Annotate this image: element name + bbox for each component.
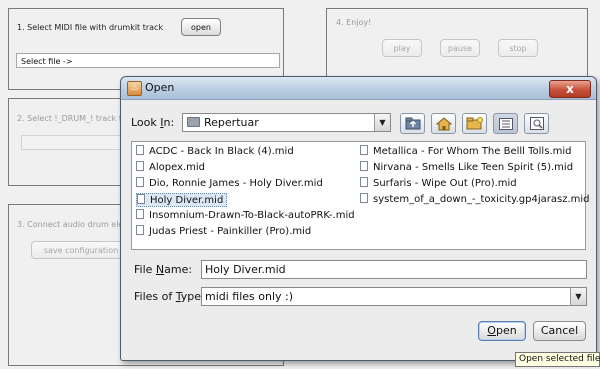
file-list[interactable]: ACDC - Back In Black (4).mid Alopex.mid … <box>131 141 590 250</box>
chevron-down-icon[interactable]: ▼ <box>570 288 586 305</box>
stop-button[interactable]: stop <box>498 39 538 57</box>
play-button[interactable]: play <box>382 39 422 57</box>
file-icon <box>136 161 144 171</box>
dialog-titlebar[interactable]: ♨ Open x <box>121 77 596 100</box>
chevron-down-icon[interactable]: ▼ <box>374 114 390 131</box>
save-configuration-button[interactable]: save configuration <box>31 241 131 259</box>
list-item[interactable]: Insomnium-Drawn-To-Black-autoPRK-.mid <box>136 209 358 223</box>
file-icon <box>136 209 144 219</box>
close-button[interactable]: x <box>549 80 591 98</box>
look-in-value: Repertuar <box>204 116 259 129</box>
list-item-selected[interactable]: Holy Diver.mid <box>136 193 228 207</box>
dialog-title: Open <box>145 81 175 94</box>
list-item[interactable]: system_of_a_down_-_toxicity.gp4jarasz.mi… <box>360 193 593 207</box>
details-view-button[interactable] <box>524 113 549 134</box>
up-folder-icon <box>405 117 420 130</box>
open-file-button[interactable]: Open <box>478 321 526 341</box>
list-item[interactable]: Metallica - For Whom The Belll Tolls.mid <box>360 145 574 159</box>
file-icon <box>136 145 144 155</box>
java-app-icon: ♨ <box>127 81 142 96</box>
look-in-label: Look In: <box>131 116 175 129</box>
file-icon <box>360 193 368 203</box>
panel-enjoy-title: 4. Enjoy! <box>336 18 372 27</box>
list-item[interactable]: Judas Priest - Painkiller (Pro).mid <box>136 225 314 239</box>
files-of-type-combo[interactable]: midi files only :) ▼ <box>201 287 587 306</box>
panel-connect-audio-title: 3. Connect audio drum elem <box>17 220 132 229</box>
open-button[interactable]: open <box>181 18 221 36</box>
home-icon <box>435 116 452 130</box>
new-folder-icon <box>466 117 483 130</box>
file-icon <box>136 177 144 187</box>
cancel-button[interactable]: Cancel <box>533 321 586 341</box>
file-name-input[interactable]: Holy Diver.mid <box>201 260 587 279</box>
new-folder-button[interactable] <box>462 113 487 134</box>
files-of-type-value: midi files only :) <box>205 290 294 303</box>
panel-select-midi-title: 1. Select MIDI file with drumkit track <box>17 23 164 32</box>
file-icon <box>136 225 144 235</box>
panel-select-drum-track-title: 2. Select !_DRUM_! track fro <box>17 114 130 123</box>
select-file-field[interactable]: Select file -> <box>16 53 280 68</box>
home-button[interactable] <box>431 113 456 134</box>
open-tooltip: Open selected file <box>515 352 600 367</box>
list-item[interactable]: Nirvana - Smells Like Teen Spirit (5).mi… <box>360 161 576 175</box>
file-icon <box>360 161 368 171</box>
file-icon <box>360 177 368 187</box>
look-in-combo[interactable]: Repertuar ▼ <box>182 113 391 132</box>
list-item[interactable]: Dio, Ronnie James - Holy Diver.mid <box>136 177 326 191</box>
list-view-button[interactable] <box>493 113 518 134</box>
file-icon <box>360 145 368 155</box>
list-item[interactable]: Surfaris - Wipe Out (Pro).mid <box>360 177 520 191</box>
list-view-icon <box>498 117 513 130</box>
folder-icon <box>187 117 200 127</box>
file-icon <box>137 194 145 204</box>
list-item[interactable]: Alopex.mid <box>136 161 208 175</box>
details-view-icon <box>529 117 544 130</box>
list-item[interactable]: ACDC - Back In Black (4).mid <box>136 145 297 159</box>
up-one-level-button[interactable] <box>400 113 425 134</box>
pause-button[interactable]: pause <box>440 39 480 57</box>
files-of-type-label: Files of Type: <box>134 290 205 303</box>
file-name-label: File Name: <box>134 263 193 276</box>
